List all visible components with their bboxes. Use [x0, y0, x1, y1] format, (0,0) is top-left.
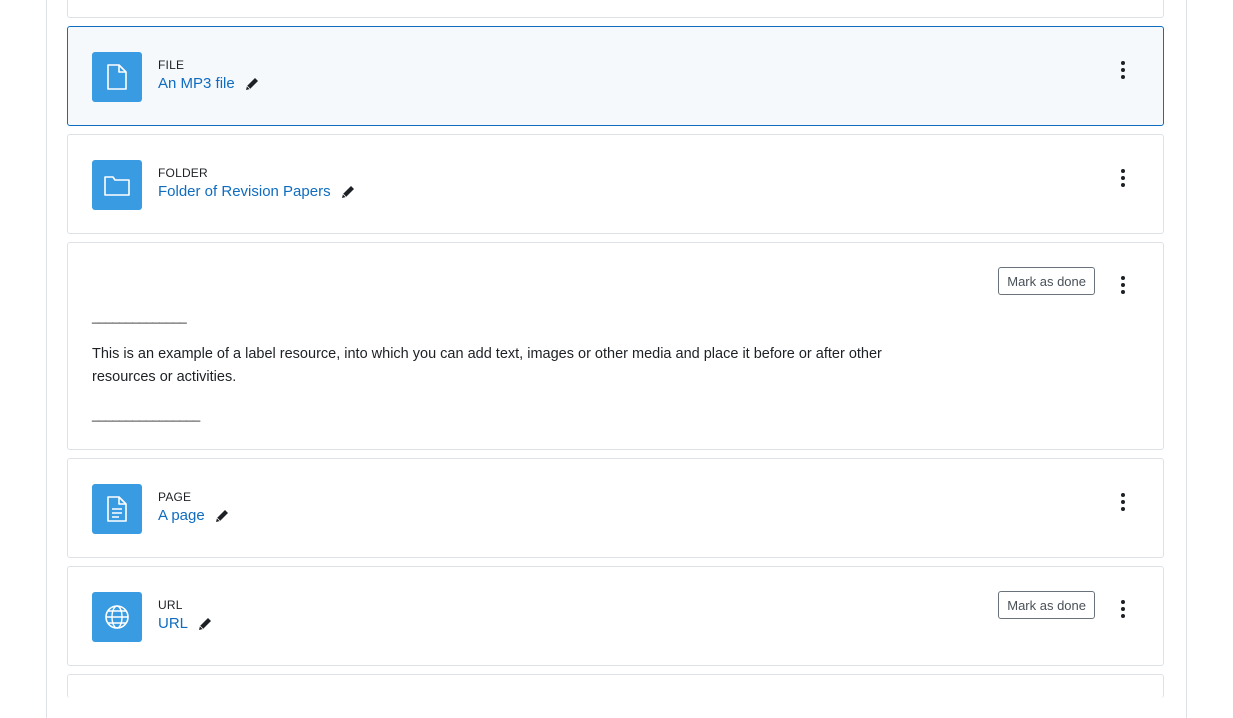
activity-name-row: A page	[158, 507, 230, 524]
label-text: This is an example of a label resource, …	[92, 346, 882, 385]
label-rule-bottom: ________________	[92, 407, 200, 422]
activity-name-row: An MP3 file	[158, 75, 260, 92]
actions-menu-icon[interactable]	[1117, 169, 1129, 187]
mark-as-done-button[interactable]: Mark as done	[998, 591, 1095, 619]
activity-partial-bottom	[67, 674, 1164, 698]
mark-as-done-button[interactable]: Mark as done	[998, 267, 1095, 295]
activity-link[interactable]: An MP3 file	[158, 75, 235, 92]
activity-file: FILE An MP3 file	[67, 26, 1164, 126]
activity-type-label: URL	[158, 598, 183, 612]
label-rule-top: ______________	[92, 309, 187, 324]
activity-url: URL URL Mark as done	[67, 566, 1164, 666]
actions-menu-icon[interactable]	[1117, 493, 1129, 511]
folder-icon	[92, 160, 142, 210]
pencil-icon[interactable]	[244, 76, 260, 92]
pencil-icon[interactable]	[340, 184, 356, 200]
globe-icon	[92, 592, 142, 642]
activity-type-label: FOLDER	[158, 166, 208, 180]
activity-partial-top	[67, 0, 1164, 18]
actions-menu-icon[interactable]	[1117, 61, 1129, 79]
activity-link[interactable]: URL	[158, 615, 188, 632]
activity-type-label: FILE	[158, 58, 185, 72]
page-icon	[92, 484, 142, 534]
activity-link[interactable]: Folder of Revision Papers	[158, 183, 331, 200]
activity-name-row: Folder of Revision Papers	[158, 183, 356, 200]
activity-type-label: PAGE	[158, 490, 192, 504]
actions-menu-icon[interactable]	[1117, 600, 1129, 618]
pencil-icon[interactable]	[214, 508, 230, 524]
activity-page: PAGE A page	[67, 458, 1164, 558]
file-icon	[92, 52, 142, 102]
activity-label: Mark as done ______________ This is an e…	[67, 242, 1164, 450]
actions-menu-icon[interactable]	[1117, 276, 1129, 294]
activity-name-row: URL	[158, 615, 213, 632]
pencil-icon[interactable]	[197, 616, 213, 632]
activity-link[interactable]: A page	[158, 507, 205, 524]
activity-folder: FOLDER Folder of Revision Papers	[67, 134, 1164, 234]
